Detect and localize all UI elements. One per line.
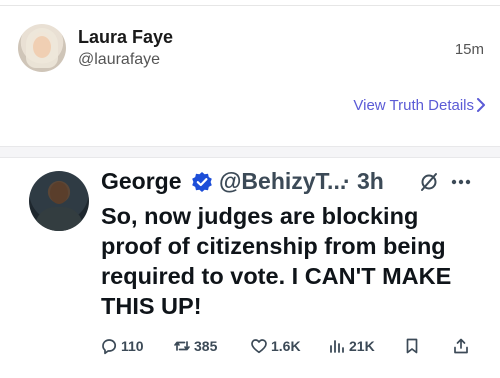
bookmark-button[interactable]	[403, 335, 424, 357]
post-timestamp: 15m	[454, 41, 484, 58]
views-count: 21K	[349, 338, 375, 354]
like-count: 1.6K	[271, 338, 301, 354]
avatar-shoulders	[35, 207, 83, 231]
view-truth-details-link[interactable]: View Truth Details	[353, 97, 474, 114]
tweet-author-name[interactable]: George	[101, 168, 182, 195]
author-handle[interactable]: @laurafaye	[78, 51, 160, 69]
top-divider	[0, 0, 500, 6]
reply-count: 110	[121, 338, 144, 354]
truth-author-row[interactable]: Laura Faye @laurafaye 15m	[18, 24, 484, 76]
more-icon[interactable]	[450, 178, 472, 186]
reply-icon	[102, 339, 117, 355]
views-icon	[330, 340, 344, 353]
avatar-head	[50, 182, 68, 204]
tweet-avatar[interactable]	[29, 171, 89, 231]
bookmark-icon	[406, 338, 418, 354]
repost-count: 385	[194, 338, 218, 354]
chevron-right-icon[interactable]	[476, 98, 486, 112]
author-name[interactable]: Laura Faye	[78, 27, 173, 48]
like-button[interactable]: 1.6K	[250, 335, 301, 357]
tweet-actions: 110 385 1.6K 21K	[100, 335, 480, 359]
share-icon	[454, 338, 468, 354]
reply-button[interactable]: 110	[100, 335, 144, 357]
header-separator: ·	[343, 168, 351, 194]
tweet-timestamp[interactable]: 3h	[357, 168, 384, 195]
tweet-text: So, now judges are blocking proof of cit…	[101, 203, 452, 319]
repost-icon	[174, 341, 190, 351]
avatar[interactable]	[18, 24, 66, 72]
repost-button[interactable]: 385	[173, 335, 217, 357]
views-button[interactable]: 21K	[328, 335, 375, 357]
grok-icon[interactable]	[419, 172, 439, 192]
tweet-header: George @BehizyT... · 3h	[101, 168, 491, 198]
avatar-face	[33, 36, 51, 58]
tweet-author-handle[interactable]: @BehizyT...	[219, 168, 346, 195]
section-divider	[0, 146, 500, 158]
like-icon	[251, 339, 267, 354]
share-button[interactable]	[452, 335, 473, 357]
verified-badge-icon	[192, 172, 212, 192]
